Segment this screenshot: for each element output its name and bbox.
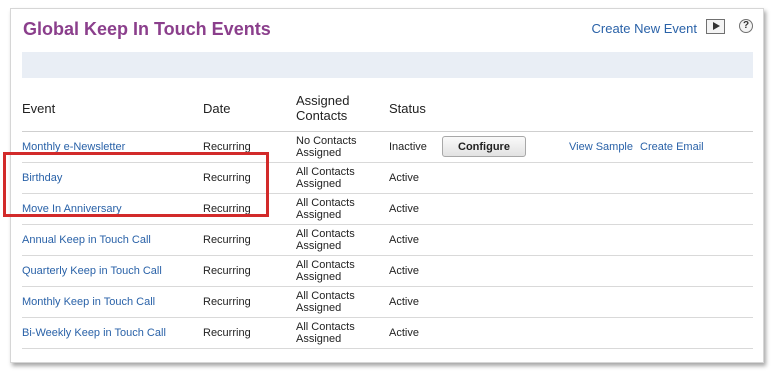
- assigned-line1: All Contacts: [296, 321, 355, 333]
- assigned-line2: Assigned: [296, 271, 342, 283]
- assigned-line1: All Contacts: [296, 197, 355, 209]
- assigned-line2: Assigned: [296, 302, 342, 314]
- assigned-line2: Assigned: [296, 147, 342, 159]
- event-link[interactable]: Monthly Keep in Touch Call: [22, 296, 155, 308]
- assigned-line1: All Contacts: [296, 290, 355, 302]
- assigned-cell: All Contacts Assigned: [296, 318, 355, 348]
- create-email-link[interactable]: Create Email: [640, 132, 704, 162]
- table-row: Bi-Weekly Keep in Touch Call Recurring A…: [22, 318, 753, 349]
- assigned-line1: All Contacts: [296, 228, 355, 240]
- assigned-line2: Assigned: [296, 178, 342, 190]
- column-assigned-line2: Contacts: [296, 108, 348, 123]
- date-cell: Recurring: [203, 265, 251, 277]
- event-link[interactable]: Bi-Weekly Keep in Touch Call: [22, 327, 166, 339]
- highlight-box: [3, 152, 269, 217]
- assigned-line1: All Contacts: [296, 166, 355, 178]
- configure-button[interactable]: Configure: [442, 136, 526, 157]
- event-link[interactable]: Quarterly Keep in Touch Call: [22, 265, 162, 277]
- column-assigned-line1: Assigned: [296, 93, 350, 108]
- play-icon[interactable]: [706, 19, 725, 34]
- assigned-line2: Assigned: [296, 209, 342, 221]
- create-new-event-link[interactable]: Create New Event: [592, 21, 698, 36]
- status-cell: Active: [389, 296, 419, 308]
- assigned-cell: All Contacts Assigned: [296, 287, 355, 317]
- table-row: Annual Keep in Touch Call Recurring All …: [22, 225, 753, 256]
- date-cell: Recurring: [203, 327, 251, 339]
- assigned-cell: No Contacts Assigned: [296, 132, 357, 162]
- assigned-cell: All Contacts Assigned: [296, 194, 355, 224]
- view-sample-link[interactable]: View Sample: [569, 132, 633, 162]
- status-cell: Active: [389, 265, 419, 277]
- status-cell: Active: [389, 327, 419, 339]
- assigned-line1: All Contacts: [296, 259, 355, 271]
- column-assigned: Assigned Contacts: [296, 93, 349, 123]
- date-cell: Recurring: [203, 296, 251, 308]
- table-row: Monthly Keep in Touch Call Recurring All…: [22, 287, 753, 318]
- help-icon[interactable]: ?: [739, 19, 753, 33]
- assigned-cell: All Contacts Assigned: [296, 163, 355, 193]
- table-row: Quarterly Keep in Touch Call Recurring A…: [22, 256, 753, 287]
- page-title: Global Keep In Touch Events: [23, 19, 271, 39]
- status-cell: Active: [389, 234, 419, 246]
- status-cell: Active: [389, 203, 419, 215]
- assigned-line2: Assigned: [296, 240, 342, 252]
- column-status: Status: [389, 101, 426, 116]
- table-header: Event Date Assigned Contacts Status: [22, 93, 753, 132]
- status-cell: Active: [389, 172, 419, 184]
- date-cell: Recurring: [203, 234, 251, 246]
- filter-band: [22, 52, 753, 78]
- assigned-cell: All Contacts Assigned: [296, 256, 355, 286]
- assigned-line2: Assigned: [296, 333, 342, 345]
- column-event: Event: [22, 101, 56, 116]
- event-link[interactable]: Annual Keep in Touch Call: [22, 234, 151, 246]
- column-date: Date: [203, 101, 231, 116]
- assigned-line1: No Contacts: [296, 135, 357, 147]
- status-cell: Inactive: [389, 141, 427, 153]
- assigned-cell: All Contacts Assigned: [296, 225, 355, 255]
